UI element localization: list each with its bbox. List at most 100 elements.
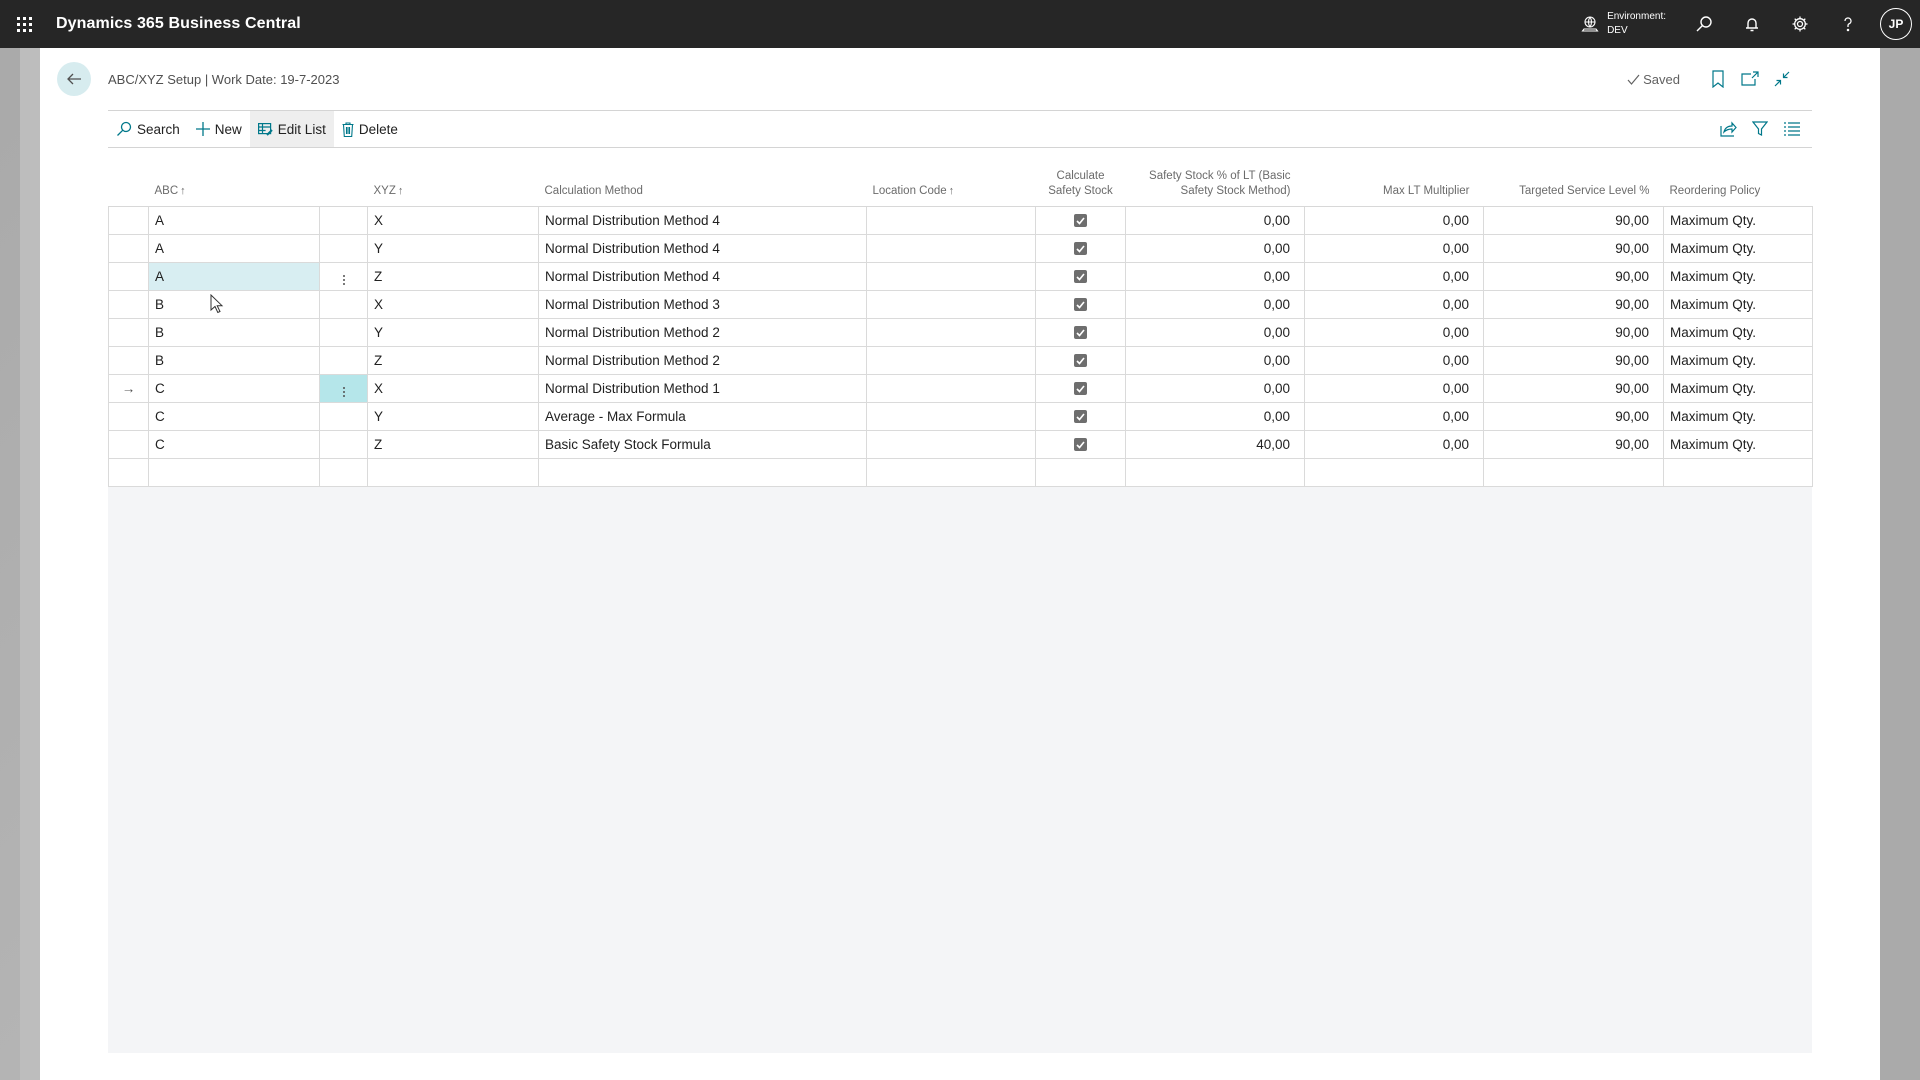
cell-calculate-safety-stock[interactable]	[1035, 233, 1126, 263]
list-view-button[interactable]	[1776, 114, 1808, 144]
cell-calculation-method[interactable]: Normal Distribution Method 4	[538, 233, 867, 263]
cell-calculate-safety-stock[interactable]	[1035, 205, 1126, 235]
header-safety-stock-pct[interactable]: Safety Stock % of LT (Basic Safety Stock …	[1125, 160, 1305, 207]
cell-targeted-service-level[interactable]: 90,00	[1483, 233, 1664, 263]
cell-reordering-policy[interactable]: Maximum Qty.	[1663, 289, 1813, 319]
delete-action[interactable]: Delete	[334, 111, 406, 147]
cell-max-lt-multiplier[interactable]: 0,00	[1304, 401, 1484, 431]
edit-list-action[interactable]: Edit List	[249, 111, 334, 147]
cell-location-code[interactable]	[866, 401, 1036, 431]
share-button[interactable]	[1712, 114, 1744, 144]
cell-abc[interactable]: B	[148, 317, 320, 347]
row-actions-button[interactable]	[319, 345, 368, 375]
table-row[interactable]: C Y Average - Max Formula 0,00 0,00 90,00 Maxi…	[108, 401, 1813, 431]
cell-xyz[interactable]: Z	[367, 345, 539, 375]
empty-cell[interactable]	[1125, 457, 1305, 487]
collapse-button[interactable]	[1766, 64, 1798, 94]
back-button[interactable]	[57, 62, 91, 96]
cell-xyz[interactable]: Z	[367, 261, 539, 291]
cell-safety-stock-pct[interactable]: 40,00	[1125, 429, 1305, 459]
empty-cell[interactable]	[1035, 457, 1126, 487]
cell-calculation-method[interactable]: Basic Safety Stock Formula	[538, 429, 867, 459]
cell-xyz[interactable]: Y	[367, 233, 539, 263]
checkbox-checked-icon[interactable]	[1074, 438, 1087, 452]
cell-location-code[interactable]	[866, 289, 1036, 319]
checkbox-checked-icon[interactable]	[1074, 382, 1087, 396]
cell-calculation-method[interactable]: Normal Distribution Method 4	[538, 205, 867, 235]
cell-calculate-safety-stock[interactable]	[1035, 289, 1126, 319]
cell-targeted-service-level[interactable]: 90,00	[1483, 261, 1664, 291]
cell-reordering-policy[interactable]: Maximum Qty.	[1663, 373, 1813, 403]
cell-max-lt-multiplier[interactable]: 0,00	[1304, 429, 1484, 459]
cell-max-lt-multiplier[interactable]: 0,00	[1304, 373, 1484, 403]
cell-safety-stock-pct[interactable]: 0,00	[1125, 317, 1305, 347]
header-location-code[interactable]: Location Code ↑	[866, 160, 1036, 207]
cell-calculation-method[interactable]: Normal Distribution Method 1	[538, 373, 867, 403]
table-row[interactable]: → C X Normal Distribution Method 1 0,00 0,00 9…	[108, 373, 1813, 403]
header-max-lt-multiplier[interactable]: Max LT Multiplier	[1304, 160, 1484, 207]
cell-safety-stock-pct[interactable]: 0,00	[1125, 345, 1305, 375]
cell-max-lt-multiplier[interactable]: 0,00	[1304, 261, 1484, 291]
cell-calculation-method[interactable]: Normal Distribution Method 2	[538, 317, 867, 347]
cell-reordering-policy[interactable]: Maximum Qty.	[1663, 233, 1813, 263]
cell-max-lt-multiplier[interactable]: 0,00	[1304, 317, 1484, 347]
table-row[interactable]: B Z Normal Distribution Method 2 0,00 0,00 90…	[108, 345, 1813, 375]
cell-calculate-safety-stock[interactable]	[1035, 401, 1126, 431]
cell-location-code[interactable]	[866, 373, 1036, 403]
empty-cell[interactable]	[1663, 457, 1813, 487]
cell-max-lt-multiplier[interactable]: 0,00	[1304, 289, 1484, 319]
cell-reordering-policy[interactable]: Maximum Qty.	[1663, 261, 1813, 291]
cell-targeted-service-level[interactable]: 90,00	[1483, 401, 1664, 431]
row-actions-button[interactable]	[319, 373, 368, 403]
cell-xyz[interactable]: Y	[367, 317, 539, 347]
cell-abc[interactable]: B	[148, 289, 320, 319]
cell-calculate-safety-stock[interactable]	[1035, 373, 1126, 403]
cell-max-lt-multiplier[interactable]: 0,00	[1304, 233, 1484, 263]
environment-indicator[interactable]: Environment: DEV	[1581, 10, 1666, 38]
table-row[interactable]: A X Normal Distribution Method 4 0,00 0,00 90…	[108, 205, 1813, 235]
cell-xyz[interactable]: X	[367, 289, 539, 319]
empty-cell[interactable]	[866, 457, 1036, 487]
cell-abc[interactable]: A	[148, 233, 320, 263]
table-row[interactable]: B X Normal Distribution Method 3 0,00 0,00 90…	[108, 289, 1813, 319]
cell-safety-stock-pct[interactable]: 0,00	[1125, 205, 1305, 235]
row-actions-button[interactable]	[319, 233, 368, 263]
app-launcher-button[interactable]	[0, 0, 48, 48]
row-actions-button[interactable]	[319, 429, 368, 459]
cell-targeted-service-level[interactable]: 90,00	[1483, 205, 1664, 235]
header-xyz[interactable]: XYZ ↑	[367, 160, 539, 207]
cell-targeted-service-level[interactable]: 90,00	[1483, 373, 1664, 403]
cell-xyz[interactable]: X	[367, 205, 539, 235]
cell-calculation-method[interactable]: Average - Max Formula	[538, 401, 867, 431]
settings-button[interactable]	[1776, 0, 1824, 48]
empty-cell[interactable]	[1304, 457, 1484, 487]
cell-reordering-policy[interactable]: Maximum Qty.	[1663, 205, 1813, 235]
cell-abc[interactable]: C	[148, 373, 320, 403]
cell-targeted-service-level[interactable]: 90,00	[1483, 317, 1664, 347]
new-action[interactable]: New	[188, 111, 250, 147]
empty-cell[interactable]	[148, 457, 320, 487]
empty-cell[interactable]	[108, 457, 149, 487]
search-button[interactable]	[1680, 0, 1728, 48]
checkbox-checked-icon[interactable]	[1074, 214, 1087, 228]
cell-safety-stock-pct[interactable]: 0,00	[1125, 289, 1305, 319]
cell-location-code[interactable]	[866, 261, 1036, 291]
cell-targeted-service-level[interactable]: 90,00	[1483, 429, 1664, 459]
empty-cell[interactable]	[319, 457, 368, 487]
header-reordering-policy[interactable]: Reordering Policy	[1663, 160, 1813, 207]
cell-reordering-policy[interactable]: Maximum Qty.	[1663, 345, 1813, 375]
row-actions-button[interactable]	[319, 317, 368, 347]
checkbox-checked-icon[interactable]	[1074, 270, 1087, 284]
row-actions-button[interactable]	[319, 205, 368, 235]
row-actions-button[interactable]	[319, 289, 368, 319]
checkbox-checked-icon[interactable]	[1074, 298, 1087, 312]
cell-targeted-service-level[interactable]: 90,00	[1483, 289, 1664, 319]
user-avatar[interactable]: JP	[1880, 8, 1912, 40]
cell-reordering-policy[interactable]: Maximum Qty.	[1663, 317, 1813, 347]
filter-button[interactable]	[1744, 114, 1776, 144]
header-abc[interactable]: ABC ↑	[148, 160, 320, 207]
open-new-window-button[interactable]	[1734, 64, 1766, 94]
row-actions-button[interactable]	[319, 401, 368, 431]
cell-calculate-safety-stock[interactable]	[1035, 317, 1126, 347]
checkbox-checked-icon[interactable]	[1074, 242, 1087, 256]
